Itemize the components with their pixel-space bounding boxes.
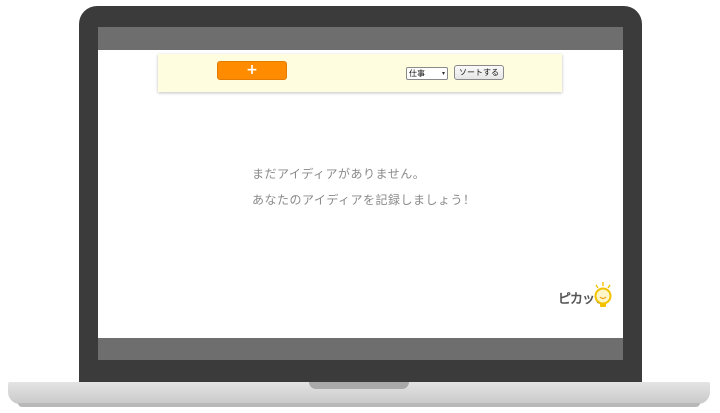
empty-state-line1: まだアイディアがありません。 — [252, 167, 426, 181]
screen-bottom-bar — [98, 338, 623, 360]
empty-state-line2: あなたのアイディアを記録しましょう！ — [252, 193, 476, 207]
app-screen: + 仕事 ▾ ソートする まだアイディアがありません。 あなたのアイディアを記録… — [98, 27, 623, 360]
lightbulb-icon — [594, 282, 612, 307]
laptop-mockup: + 仕事 ▾ ソートする まだアイディアがありません。 あなたのアイディアを記録… — [0, 0, 720, 413]
app-logo: ピカッと — [558, 282, 614, 318]
empty-state-message: まだアイディアがありません。 あなたのアイディアを記録しましょう！ — [252, 161, 476, 213]
sort-button[interactable]: ソートする — [454, 65, 504, 80]
laptop-base-shadow — [18, 403, 700, 407]
toolbar: + 仕事 ▾ ソートする — [158, 54, 562, 92]
add-idea-button[interactable]: + — [217, 61, 287, 80]
category-select-value: 仕事 — [409, 69, 425, 78]
chevron-down-icon: ▾ — [441, 70, 445, 77]
screen-top-bar — [98, 27, 623, 50]
laptop-notch — [309, 382, 409, 389]
category-select[interactable]: 仕事 ▾ — [406, 67, 448, 80]
